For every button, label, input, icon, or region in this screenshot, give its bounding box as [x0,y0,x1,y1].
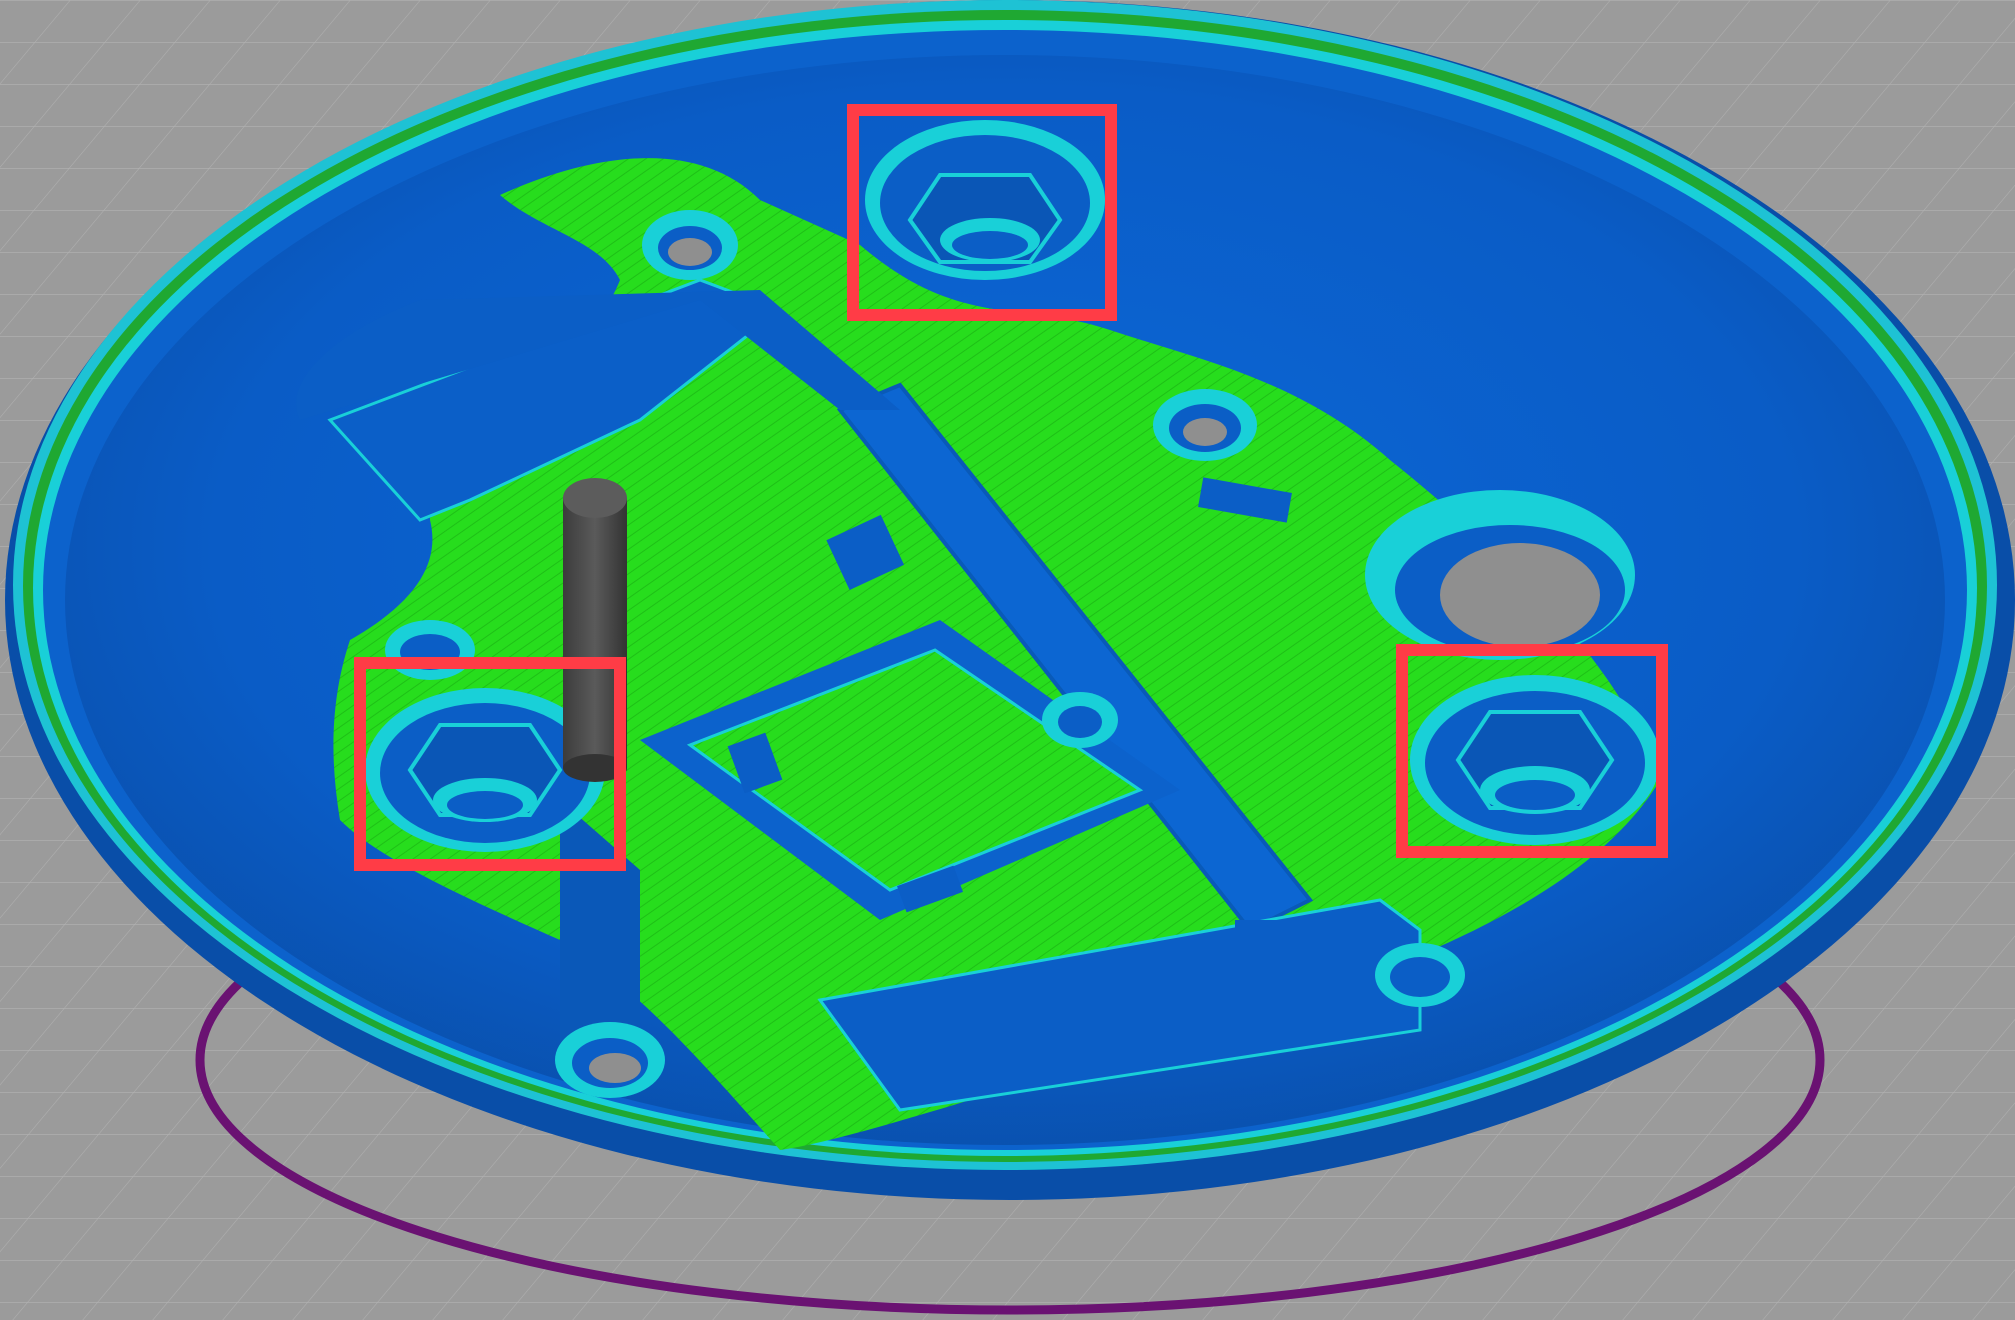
circle-hole-icon [1042,692,1118,748]
slicer-3d-viewport[interactable] [0,0,2015,1320]
hexagon-nut-trap-icon [1410,675,1660,845]
hexagon-nut-trap-icon [865,120,1105,280]
circle-hole-icon [385,620,475,680]
circle-hole-icon [1153,389,1257,461]
nut-trap-top [865,120,1105,280]
cable-opening [1365,490,1635,660]
preview-canvas[interactable] [0,0,2015,1320]
circle-hole-icon [555,1022,665,1098]
circle-hole-icon [1375,943,1465,1007]
circle-hole-icon [642,210,738,280]
nut-trap-right [1410,675,1660,845]
